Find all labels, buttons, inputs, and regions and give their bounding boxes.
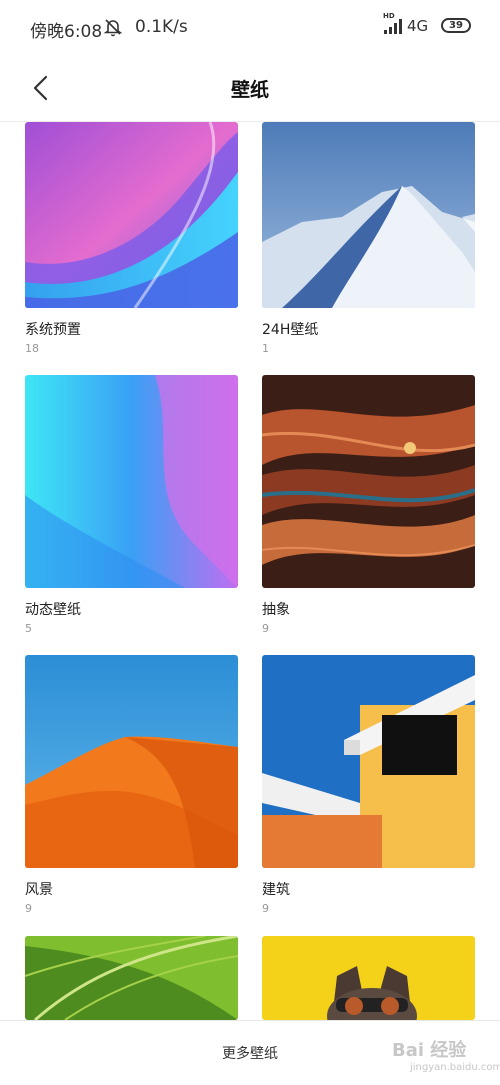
bell-muted-icon	[103, 19, 123, 37]
status-time: 傍晚6:08	[30, 22, 103, 42]
green-leaf-wallpaper	[24, 934, 239, 1020]
category-card-landscape[interactable]: 风景 9	[25, 655, 238, 915]
watermark-url: jingyan.baidu.com	[410, 1062, 500, 1073]
category-count: 9	[262, 622, 269, 635]
dog-sunglasses-wallpaper	[262, 936, 475, 1020]
battery-level: 39	[449, 20, 463, 31]
category-count: 1	[262, 342, 269, 355]
network-speed: 0.1K/s	[135, 17, 188, 37]
category-card-abstract[interactable]: 抽象 9	[261, 375, 476, 635]
wallpaper-category-grid: 系统预置 18 24H壁纸 1 动态壁纸 5 抽象 9 风景 9 建筑 9	[0, 122, 500, 1020]
watermark-logo: Bai 经验	[392, 1040, 467, 1061]
signal-icon	[384, 19, 402, 34]
category-title: 建筑	[262, 882, 290, 898]
category-card-animal[interactable]	[262, 936, 475, 1020]
category-count: 9	[262, 902, 269, 915]
category-card-architecture[interactable]: 建筑 9	[262, 655, 475, 915]
status-bar: 傍晚6:08 0.1K/s HD 4G 39	[0, 0, 500, 55]
battery-icon: 39	[441, 18, 471, 33]
snow-dune-wallpaper	[262, 122, 475, 308]
purple-blue-curves-wallpaper	[25, 122, 238, 309]
category-title: 系统预置	[25, 322, 81, 338]
network-type: 4G	[407, 17, 429, 35]
yellow-building-wallpaper	[262, 655, 475, 868]
header: 壁纸	[0, 55, 500, 122]
category-card-live[interactable]: 动态壁纸 5	[25, 375, 238, 635]
orange-desert-wallpaper	[25, 655, 238, 868]
category-title: 风景	[25, 882, 53, 898]
category-count: 18	[25, 342, 39, 355]
category-card-system[interactable]: 系统预置 18	[25, 122, 238, 355]
page-title: 壁纸	[230, 79, 269, 101]
cyan-purple-gradient-wallpaper	[25, 375, 238, 588]
category-title: 动态壁纸	[25, 602, 81, 618]
category-title: 24H壁纸	[262, 322, 319, 338]
wood-grain-abstract-wallpaper	[261, 375, 476, 588]
category-card-24h[interactable]: 24H壁纸 1	[262, 122, 475, 355]
category-card-plant[interactable]	[24, 934, 239, 1020]
category-count: 9	[25, 902, 32, 915]
category-title: 抽象	[262, 602, 290, 618]
category-count: 5	[25, 622, 32, 635]
